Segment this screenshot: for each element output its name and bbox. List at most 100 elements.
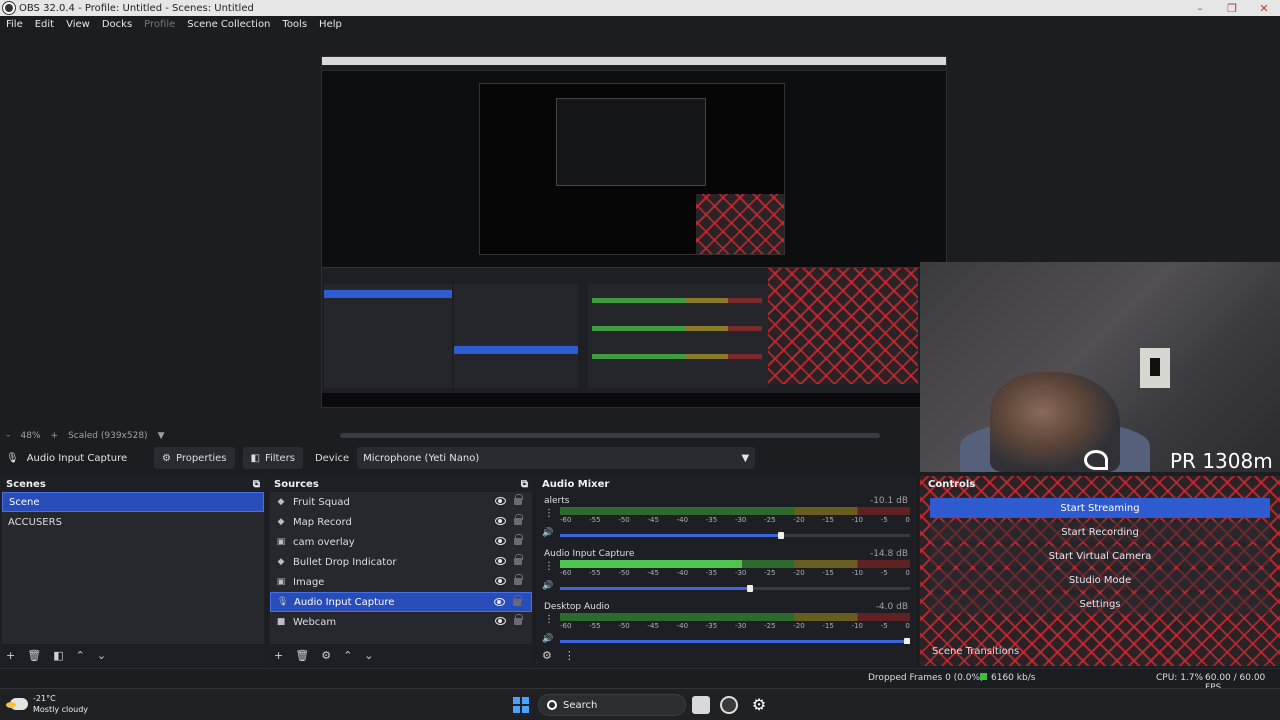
source-item[interactable]: ◆ Map Record <box>270 512 532 532</box>
channel-menu-icon[interactable]: ⋮ <box>544 561 554 572</box>
visibility-eye-icon[interactable] <box>495 497 506 505</box>
mixer-menu-icon[interactable]: ⋮ <box>564 649 575 662</box>
lock-icon[interactable] <box>514 614 523 625</box>
zoom-in-button[interactable]: + <box>51 431 59 441</box>
visibility-eye-icon[interactable] <box>495 617 506 625</box>
meter-tick-label: -50 <box>618 516 630 524</box>
file-explorer-icon[interactable] <box>692 696 710 714</box>
webcam-feed <box>920 262 1280 472</box>
meter-tick-label: -55 <box>589 516 601 524</box>
lock-icon[interactable] <box>514 554 523 565</box>
volume-slider[interactable] <box>560 638 910 644</box>
undock-icon[interactable]: ⧉ <box>253 479 260 490</box>
settings-gear-icon[interactable]: ⚙ <box>750 696 768 714</box>
start-recording-button[interactable]: Start Recording <box>930 522 1270 542</box>
source-item[interactable]: ▣ Image <box>270 572 532 592</box>
device-select[interactable]: Microphone (Yeti Nano) ▼ <box>357 447 756 469</box>
filter-icon[interactable]: ◧ <box>53 649 63 662</box>
source-item[interactable]: ◆ Fruit Squad <box>270 492 532 512</box>
source-item[interactable]: ■ Webcam <box>270 612 532 632</box>
meter-tick-label: -30 <box>734 569 747 577</box>
scenes-title: Scenes <box>6 478 46 490</box>
add-icon[interactable]: + <box>274 649 283 662</box>
volume-icon[interactable]: 🔊 <box>542 528 553 538</box>
menu-view[interactable]: View <box>66 19 90 30</box>
mixer-settings-icon[interactable]: ⚙ <box>542 649 552 662</box>
microphone-icon: 🎙 <box>277 597 289 607</box>
sources-list: ◆ Fruit Squad ◆ Map Record ▣ cam overlay… <box>270 492 532 644</box>
filters-button[interactable]: ◧ Filters <box>242 447 303 469</box>
source-item[interactable]: 🎙 Audio Input Capture <box>270 592 532 612</box>
volume-slider[interactable] <box>560 585 910 592</box>
move-down-icon[interactable]: ⌄ <box>364 649 373 662</box>
menu-edit[interactable]: Edit <box>35 19 54 30</box>
taskbar-search[interactable]: Search <box>538 694 686 716</box>
meter-tick-label: -35 <box>705 569 718 577</box>
lock-icon[interactable] <box>514 494 523 505</box>
meter-tick-label: -30 <box>734 516 747 524</box>
visibility-eye-icon[interactable] <box>494 598 505 606</box>
maximize-button[interactable]: ❐ <box>1216 0 1248 16</box>
menu-tools[interactable]: Tools <box>282 19 307 30</box>
move-up-icon[interactable]: ⌃ <box>76 649 85 662</box>
start-virtual-camera-button[interactable]: Start Virtual Camera <box>930 546 1270 566</box>
volume-meter <box>560 560 910 568</box>
minimize-button[interactable]: – <box>1184 0 1216 16</box>
visibility-eye-icon[interactable] <box>495 537 506 545</box>
volume-icon[interactable]: 🔊 <box>542 634 553 644</box>
meter-tick-label: -45 <box>647 516 659 524</box>
move-up-icon[interactable]: ⌃ <box>343 649 352 662</box>
menu-help[interactable]: Help <box>319 19 342 30</box>
channel-menu-icon[interactable]: ⋮ <box>544 508 554 519</box>
windows-start-icon[interactable] <box>513 697 529 713</box>
visibility-eye-icon[interactable] <box>495 577 506 585</box>
nested-sources <box>454 284 578 388</box>
scene-transitions-tab[interactable]: Scene Transitions <box>932 646 1019 657</box>
menu-profile[interactable]: Profile <box>144 19 175 30</box>
trash-icon[interactable]: 🗑 <box>295 649 309 662</box>
zoom-out-button[interactable]: – <box>6 431 11 441</box>
trash-icon[interactable]: 🗑 <box>27 649 41 662</box>
scene-item[interactable]: ACCUSERS <box>2 512 264 532</box>
nested-title-bar <box>322 57 946 65</box>
settings-button[interactable]: Settings <box>930 594 1270 614</box>
meter-tick-label: -25 <box>764 622 776 630</box>
visibility-eye-icon[interactable] <box>495 557 506 565</box>
studio-mode-button[interactable]: Studio Mode <box>930 570 1270 590</box>
menu-file[interactable]: File <box>6 19 23 30</box>
scale-dropdown-icon[interactable]: ▼ <box>158 431 165 441</box>
menu-docks[interactable]: Docks <box>102 19 132 30</box>
lock-icon[interactable] <box>514 574 523 585</box>
channel-name: Audio Input Capture <box>544 549 635 559</box>
source-item[interactable]: ◆ Bullet Drop Indicator <box>270 552 532 572</box>
gear-icon[interactable]: ⚙ <box>321 649 331 662</box>
add-icon[interactable]: + <box>6 649 15 662</box>
volume-icon[interactable]: 🔊 <box>542 581 553 591</box>
move-down-icon[interactable]: ⌄ <box>97 649 106 662</box>
volume-slider[interactable] <box>560 532 910 539</box>
visibility-eye-icon[interactable] <box>495 517 506 525</box>
scene-item[interactable]: Scene <box>2 492 264 512</box>
weather-widget[interactable]: -21°C Mostly cloudy <box>6 693 88 715</box>
source-item[interactable]: ▣ cam overlay <box>270 532 532 552</box>
channel-menu-icon[interactable]: ⋮ <box>544 614 554 625</box>
obs-taskbar-icon[interactable] <box>720 696 738 714</box>
meter-tick-label: 0 <box>905 569 910 577</box>
volume-meter <box>560 613 910 621</box>
start-streaming-button[interactable]: Start Streaming <box>930 498 1270 518</box>
mixer-channel: Desktop Audio -4.0 dB ⋮ 🔊 -60 -55 -50 -45 -4… <box>540 600 912 644</box>
undock-icon[interactable]: ⧉ <box>521 479 528 490</box>
source-label: Fruit Squad <box>293 496 350 508</box>
properties-button[interactable]: ⚙ Properties <box>154 447 235 469</box>
meter-tick-label: -45 <box>647 569 659 577</box>
lock-icon[interactable] <box>514 514 523 525</box>
source-label: Image <box>293 576 325 588</box>
lock-icon[interactable] <box>513 595 522 606</box>
menu-scene-collection[interactable]: Scene Collection <box>187 19 270 30</box>
lock-icon[interactable] <box>514 534 523 545</box>
close-button[interactable]: ✕ <box>1248 0 1280 16</box>
channel-name: Desktop Audio <box>544 602 610 612</box>
preview-scrollbar[interactable] <box>340 433 880 438</box>
nested-mixer <box>588 284 768 388</box>
wall-poster <box>1140 348 1170 388</box>
